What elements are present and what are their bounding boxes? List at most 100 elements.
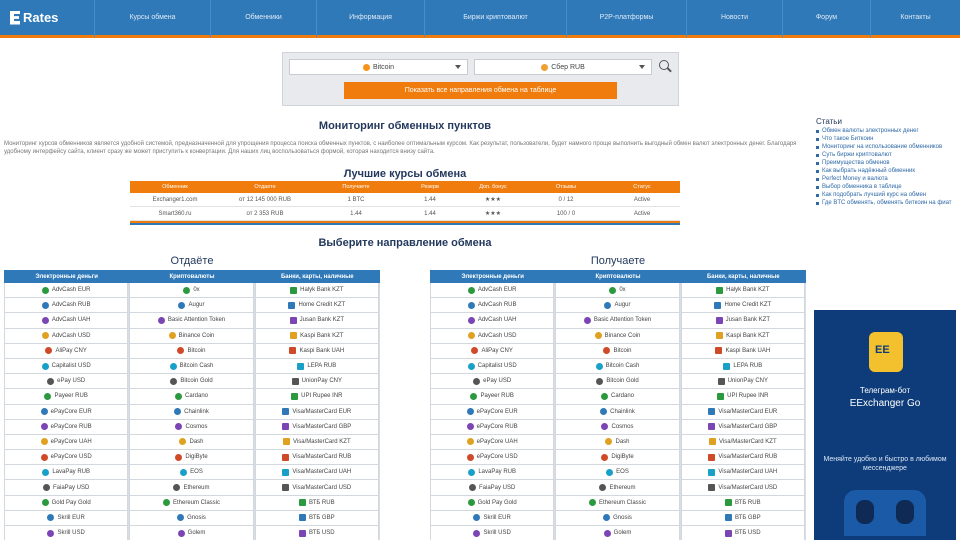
currency-option[interactable]: AdvCash RUB bbox=[430, 298, 555, 314]
currency-option[interactable]: AdvCash UAH bbox=[4, 313, 129, 329]
currency-option[interactable]: Binance Coin bbox=[129, 328, 254, 344]
currency-option[interactable]: ePayCore EUR bbox=[430, 404, 555, 420]
currency-option[interactable]: Visa/MasterCard GBP bbox=[680, 419, 805, 435]
currency-option[interactable]: ePayCore RUB bbox=[4, 419, 129, 435]
article-link[interactable]: Мониторинг на использование обменников bbox=[814, 144, 960, 151]
currency-option[interactable]: Kaspi Bank UAH bbox=[254, 343, 379, 359]
currency-option[interactable]: AdvCash USD bbox=[4, 328, 129, 344]
exchanger-name[interactable]: Smart360.ru bbox=[130, 207, 220, 220]
search-icon[interactable] bbox=[657, 58, 675, 76]
currency-option[interactable]: AdvCash EUR bbox=[430, 283, 555, 299]
nav-item-forum[interactable]: Форум bbox=[782, 0, 870, 37]
currency-option[interactable]: AdvCash USD bbox=[430, 328, 555, 344]
nav-item-info[interactable]: Информация bbox=[316, 0, 424, 37]
give-currency-select[interactable]: Bitcoin bbox=[289, 59, 468, 75]
currency-option[interactable]: Visa/MasterCard RUB bbox=[680, 450, 805, 466]
currency-option[interactable]: Skrill USD bbox=[4, 526, 129, 540]
currency-option[interactable]: Dash bbox=[129, 434, 254, 451]
currency-option[interactable]: Visa/MasterCard GBP bbox=[254, 419, 379, 435]
currency-option[interactable]: ВТБ RUB bbox=[680, 495, 805, 511]
currency-option[interactable]: UPI Rupee INR bbox=[254, 389, 379, 405]
currency-option[interactable]: Home Credit KZT bbox=[254, 298, 379, 314]
currency-option[interactable]: DigiByte bbox=[555, 450, 680, 466]
article-link[interactable]: Что такое Биткоин bbox=[814, 136, 960, 143]
currency-option[interactable]: Visa/MasterCard USD bbox=[254, 480, 379, 496]
currency-option[interactable]: 0x bbox=[555, 283, 680, 299]
telegram-bot-banner[interactable]: Телеграм-бот EExchanger Go Меняйте удобн… bbox=[814, 310, 956, 540]
table-row[interactable]: Exchanger1.com от 12 145 000 RUB 1 BTC 1… bbox=[130, 193, 680, 207]
currency-option[interactable]: ВТБ GBP bbox=[254, 510, 379, 526]
currency-option[interactable]: Chainlink bbox=[129, 404, 254, 420]
currency-option[interactable]: Jusan Bank KZT bbox=[680, 313, 805, 329]
currency-option[interactable]: UnionPay CNY bbox=[680, 374, 805, 390]
currency-option[interactable]: Visa/MasterCard EUR bbox=[254, 404, 379, 420]
currency-option[interactable]: Ethereum bbox=[129, 480, 254, 496]
currency-option[interactable]: Halyk Bank KZT bbox=[254, 283, 379, 299]
currency-option[interactable]: ePayCore USD bbox=[430, 450, 555, 466]
currency-option[interactable]: EOS bbox=[555, 465, 680, 481]
currency-option[interactable]: Augur bbox=[129, 298, 254, 314]
currency-option[interactable]: ePayCore USD bbox=[4, 450, 129, 466]
currency-option[interactable]: Visa/MasterCard UAH bbox=[680, 465, 805, 481]
currency-option[interactable]: ВТБ RUB bbox=[254, 495, 379, 511]
currency-option[interactable]: ВТБ USD bbox=[254, 526, 379, 540]
currency-option[interactable]: UPI Rupee INR bbox=[680, 389, 805, 405]
currency-option[interactable]: ePay USD bbox=[430, 374, 555, 390]
currency-option[interactable]: Cosmos bbox=[555, 419, 680, 435]
article-link[interactable]: Где BTC обменять, обменять биткоин на фи… bbox=[814, 200, 960, 207]
currency-option[interactable]: Visa/MasterCard RUB bbox=[254, 450, 379, 466]
currency-option[interactable]: Golem bbox=[129, 526, 254, 540]
currency-option[interactable]: Bitcoin Cash bbox=[555, 358, 680, 375]
currency-option[interactable]: Gnosis bbox=[555, 510, 680, 526]
currency-option[interactable]: Gnosis bbox=[129, 510, 254, 526]
site-logo[interactable]: Rates bbox=[0, 0, 94, 37]
currency-option[interactable]: ВТБ GBP bbox=[680, 510, 805, 526]
currency-option[interactable]: 0x bbox=[129, 283, 254, 299]
currency-option[interactable]: Gold Pay Gold bbox=[4, 495, 129, 511]
currency-option[interactable]: Ethereum Classic bbox=[129, 495, 254, 511]
currency-option[interactable]: Kaspi Bank KZT bbox=[254, 328, 379, 344]
table-row[interactable]: Smart360.ru от 2 353 RUB 1.44 1.44 ★★★ 1… bbox=[130, 207, 680, 221]
currency-option[interactable]: Basic Attention Token bbox=[129, 313, 254, 329]
currency-option[interactable]: AliPay CNY bbox=[4, 343, 129, 359]
currency-option[interactable]: Binance Coin bbox=[555, 328, 680, 344]
article-link[interactable]: Выбор обменника в таблице bbox=[814, 184, 960, 191]
exchanger-name[interactable]: Exchanger1.com bbox=[130, 193, 220, 206]
currency-option[interactable]: AdvCash RUB bbox=[4, 298, 129, 314]
currency-option[interactable]: DigiByte bbox=[129, 450, 254, 466]
currency-option[interactable]: ePayCore UAH bbox=[430, 434, 555, 451]
currency-option[interactable]: Gold Pay Gold bbox=[430, 495, 555, 511]
currency-option[interactable]: Ethereum bbox=[555, 480, 680, 496]
currency-option[interactable]: Halyk Bank KZT bbox=[680, 283, 805, 299]
currency-option[interactable]: FaiaPay USD bbox=[430, 480, 555, 496]
nav-item-p2p[interactable]: P2P-платформы bbox=[566, 0, 686, 37]
nav-item-contacts[interactable]: Контакты bbox=[870, 0, 960, 37]
currency-option[interactable]: Bitcoin Gold bbox=[129, 374, 254, 390]
currency-option[interactable]: UnionPay CNY bbox=[254, 374, 379, 390]
currency-option[interactable]: Capitalist USD bbox=[4, 358, 129, 375]
currency-option[interactable]: Bitcoin bbox=[129, 343, 254, 359]
currency-option[interactable]: Cardano bbox=[129, 389, 254, 405]
currency-option[interactable]: Visa/MasterCard EUR bbox=[680, 404, 805, 420]
currency-option[interactable]: Cardano bbox=[555, 389, 680, 405]
article-link[interactable]: Как выбрать надёжный обменник bbox=[814, 168, 960, 175]
article-link[interactable]: Суть биржи криптовалют bbox=[814, 152, 960, 159]
currency-option[interactable]: Cosmos bbox=[129, 419, 254, 435]
currency-option[interactable]: ePayCore EUR bbox=[4, 404, 129, 420]
currency-option[interactable]: LavaPay RUB bbox=[430, 465, 555, 481]
currency-option[interactable]: ВТБ USD bbox=[680, 526, 805, 540]
currency-option[interactable]: AliPay CNY bbox=[430, 343, 555, 359]
currency-option[interactable]: Chainlink bbox=[555, 404, 680, 420]
currency-option[interactable]: Visa/MasterCard UAH bbox=[254, 465, 379, 481]
currency-option[interactable]: Kaspi Bank UAH bbox=[680, 343, 805, 359]
currency-option[interactable]: Augur bbox=[555, 298, 680, 314]
currency-option[interactable]: Visa/MasterCard KZT bbox=[680, 434, 805, 451]
currency-option[interactable]: Bitcoin bbox=[555, 343, 680, 359]
currency-option[interactable]: LavaPay RUB bbox=[4, 465, 129, 481]
currency-option[interactable]: Bitcoin Gold bbox=[555, 374, 680, 390]
nav-item-crypto-exchanges[interactable]: Биржи криптовалют bbox=[424, 0, 566, 37]
currency-option[interactable]: Payeer RUB bbox=[4, 389, 129, 405]
show-all-directions-button[interactable]: Показать все направления обмена на табли… bbox=[344, 82, 617, 99]
article-link[interactable]: Обмен валюты электронных денег bbox=[814, 128, 960, 135]
nav-item-exchangers[interactable]: Обменники bbox=[210, 0, 316, 37]
